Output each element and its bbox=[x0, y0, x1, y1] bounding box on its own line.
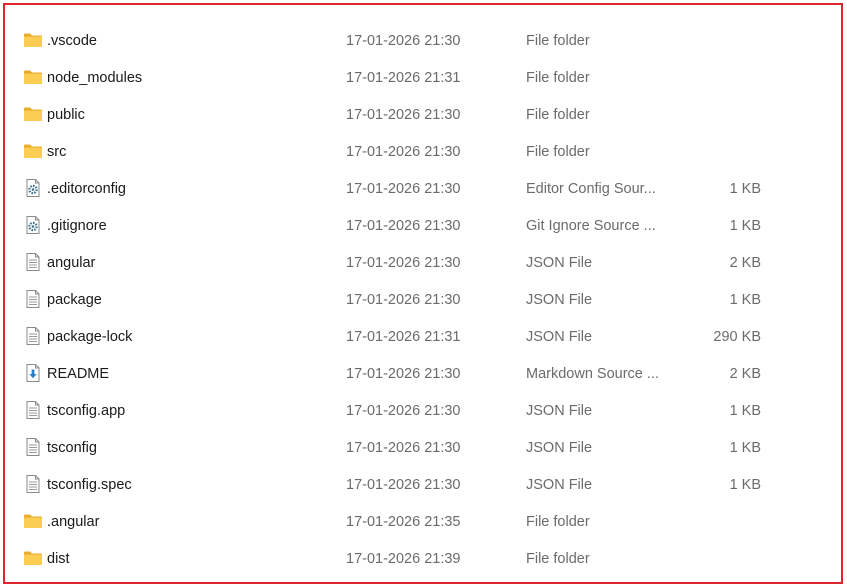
file-size: 2 KB bbox=[729, 255, 761, 271]
file-type: JSON File bbox=[526, 255, 593, 271]
file-name: tsconfig.app bbox=[47, 403, 126, 419]
file-row[interactable]: package 17-01-2026 21:30 JSON File 1 KB bbox=[5, 282, 841, 319]
file-size: 1 KB bbox=[729, 292, 761, 308]
file-type: JSON File bbox=[526, 440, 593, 456]
file-row[interactable]: README 17-01-2026 21:30 Markdown Source … bbox=[5, 356, 841, 393]
markdown-file-icon bbox=[23, 364, 43, 382]
file-date-modified: 17-01-2026 21:31 bbox=[346, 70, 461, 86]
file-size: 1 KB bbox=[729, 403, 761, 419]
file-type: File folder bbox=[526, 70, 590, 86]
file-date-modified: 17-01-2026 21:35 bbox=[346, 514, 461, 530]
document-icon bbox=[23, 401, 43, 419]
file-row[interactable]: .vscode 17-01-2026 21:30 File folder bbox=[5, 23, 841, 60]
file-type: File folder bbox=[526, 551, 590, 567]
file-size: 290 KB bbox=[713, 329, 761, 345]
file-name: .editorconfig bbox=[47, 181, 126, 197]
file-type: Markdown Source ... bbox=[526, 366, 659, 382]
file-name: tsconfig.spec bbox=[47, 477, 132, 493]
file-type: File folder bbox=[526, 33, 590, 49]
file-row[interactable]: tsconfig.app 17-01-2026 21:30 JSON File … bbox=[5, 393, 841, 430]
file-list: .vscode 17-01-2026 21:30 File folder nod… bbox=[5, 23, 841, 578]
file-date-modified: 17-01-2026 21:30 bbox=[346, 366, 461, 382]
file-date-modified: 17-01-2026 21:30 bbox=[346, 292, 461, 308]
file-name: .gitignore bbox=[47, 218, 107, 234]
file-row[interactable]: .gitignore 17-01-2026 21:30 Git Ignore S… bbox=[5, 208, 841, 245]
file-name: angular bbox=[47, 255, 96, 271]
file-type: JSON File bbox=[526, 477, 593, 493]
folder-icon bbox=[23, 142, 43, 160]
document-icon bbox=[23, 475, 43, 493]
file-name: public bbox=[47, 107, 85, 123]
settings-file-icon bbox=[23, 179, 43, 197]
file-size: 1 KB bbox=[729, 181, 761, 197]
file-name: .angular bbox=[47, 514, 100, 530]
file-type: JSON File bbox=[526, 329, 593, 345]
folder-icon bbox=[23, 105, 43, 123]
file-name: .vscode bbox=[47, 33, 97, 49]
file-date-modified: 17-01-2026 21:30 bbox=[346, 403, 461, 419]
file-name: tsconfig bbox=[47, 440, 97, 456]
folder-icon bbox=[23, 549, 43, 567]
file-row[interactable]: src 17-01-2026 21:30 File folder bbox=[5, 134, 841, 171]
file-date-modified: 17-01-2026 21:30 bbox=[346, 181, 461, 197]
file-date-modified: 17-01-2026 21:39 bbox=[346, 551, 461, 567]
file-list-frame: .vscode 17-01-2026 21:30 File folder nod… bbox=[3, 3, 843, 584]
file-date-modified: 17-01-2026 21:30 bbox=[346, 255, 461, 271]
file-size: 1 KB bbox=[729, 477, 761, 493]
file-row[interactable]: tsconfig 17-01-2026 21:30 JSON File 1 KB bbox=[5, 430, 841, 467]
file-size: 1 KB bbox=[729, 440, 761, 456]
folder-icon bbox=[23, 68, 43, 86]
file-date-modified: 17-01-2026 21:30 bbox=[346, 477, 461, 493]
document-icon bbox=[23, 290, 43, 308]
document-icon bbox=[23, 253, 43, 271]
file-name: node_modules bbox=[47, 70, 143, 86]
file-row[interactable]: angular 17-01-2026 21:30 JSON File 2 KB bbox=[5, 245, 841, 282]
file-type: File folder bbox=[526, 514, 590, 530]
file-name: src bbox=[47, 144, 67, 160]
file-type: File folder bbox=[526, 144, 590, 160]
file-row[interactable]: dist 17-01-2026 21:39 File folder bbox=[5, 541, 841, 578]
file-date-modified: 17-01-2026 21:30 bbox=[346, 218, 461, 234]
file-name: package-lock bbox=[47, 329, 133, 345]
file-date-modified: 17-01-2026 21:30 bbox=[346, 33, 461, 49]
file-row[interactable]: tsconfig.spec 17-01-2026 21:30 JSON File… bbox=[5, 467, 841, 504]
file-type: JSON File bbox=[526, 292, 593, 308]
file-row[interactable]: public 17-01-2026 21:30 File folder bbox=[5, 97, 841, 134]
file-size: 1 KB bbox=[729, 218, 761, 234]
folder-icon bbox=[23, 31, 43, 49]
file-type: Editor Config Sour... bbox=[526, 181, 656, 197]
file-row[interactable]: package-lock 17-01-2026 21:31 JSON File … bbox=[5, 319, 841, 356]
file-date-modified: 17-01-2026 21:30 bbox=[346, 107, 461, 123]
file-type: Git Ignore Source ... bbox=[526, 218, 656, 234]
file-size: 2 KB bbox=[729, 366, 761, 382]
file-name: dist bbox=[47, 551, 70, 567]
file-row[interactable]: node_modules 17-01-2026 21:31 File folde… bbox=[5, 60, 841, 97]
file-type: JSON File bbox=[526, 403, 593, 419]
document-icon bbox=[23, 327, 43, 345]
file-date-modified: 17-01-2026 21:30 bbox=[346, 440, 461, 456]
file-name: README bbox=[47, 366, 110, 382]
folder-icon bbox=[23, 512, 43, 530]
file-type: File folder bbox=[526, 107, 590, 123]
file-row[interactable]: .editorconfig 17-01-2026 21:30 Editor Co… bbox=[5, 171, 841, 208]
file-name: package bbox=[47, 292, 102, 308]
document-icon bbox=[23, 438, 43, 456]
settings-file-icon bbox=[23, 216, 43, 234]
file-date-modified: 17-01-2026 21:31 bbox=[346, 329, 461, 345]
file-row[interactable]: .angular 17-01-2026 21:35 File folder bbox=[5, 504, 841, 541]
file-date-modified: 17-01-2026 21:30 bbox=[346, 144, 461, 160]
